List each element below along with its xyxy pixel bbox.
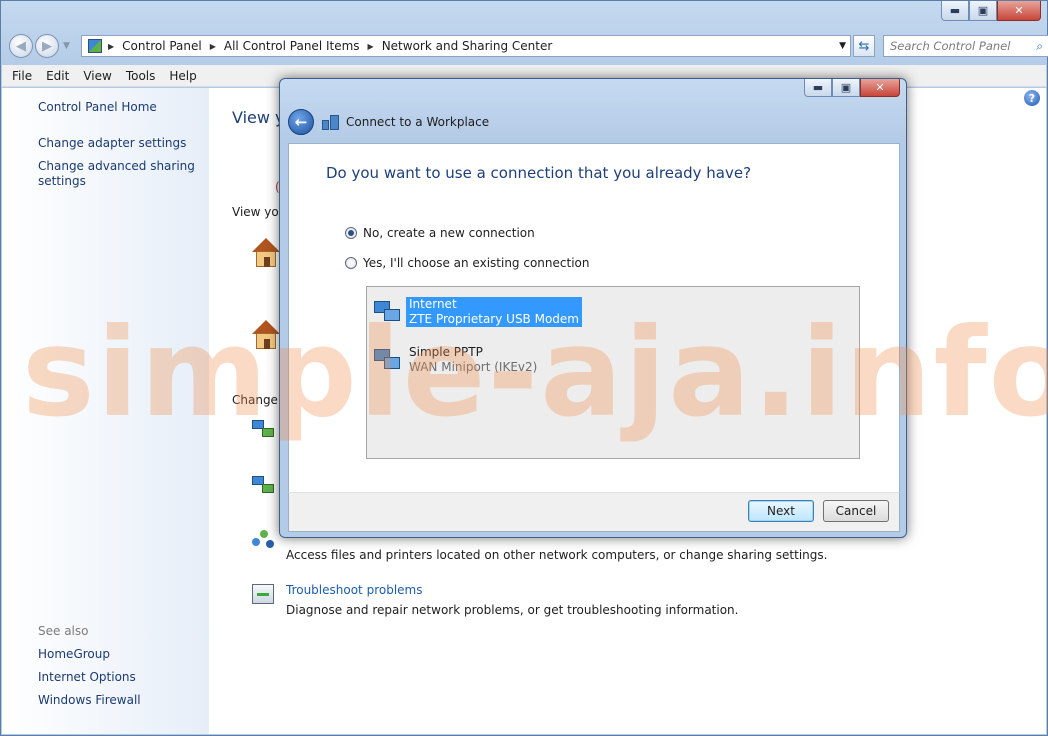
address-dropdown-icon[interactable]: ▼ [839, 41, 846, 51]
connection-name: Internet [409, 297, 457, 311]
window-caption-buttons: ▬ ▣ ✕ [941, 1, 1041, 21]
dialog-footer: Next Cancel [288, 492, 900, 532]
dialog-close-button[interactable]: ✕ [860, 79, 900, 97]
dialog-maximize-button[interactable]: ▣ [832, 79, 860, 97]
troubleshoot-problems-link[interactable]: Troubleshoot problems [286, 583, 422, 597]
search-box: ⌕ [883, 35, 1048, 57]
sidebar-item-change-advanced-sharing[interactable]: Change advanced sharing settings [38, 159, 198, 189]
dialog-header: ← Connect to a Workplace [288, 109, 489, 135]
option-existing[interactable]: Yes, I'll choose an existing connection [345, 256, 589, 270]
dialog-title: Connect to a Workplace [346, 115, 490, 129]
sidebar-item-control-panel-home[interactable]: Control Panel Home [38, 100, 157, 115]
menu-tools[interactable]: Tools [126, 69, 156, 83]
option-create-new[interactable]: No, create a new connection [345, 226, 535, 240]
minimize-button[interactable]: ▬ [941, 1, 969, 21]
see-also-label: See also [38, 624, 89, 638]
connection-text: Internet ZTE Proprietary USB Modem [406, 297, 582, 327]
back-arrow-icon[interactable]: ← [288, 109, 314, 135]
close-button[interactable]: ✕ [997, 1, 1041, 21]
sidebar-item-change-adapter-settings[interactable]: Change adapter settings [38, 136, 186, 151]
breadcrumb-network-sharing[interactable]: Network and Sharing Center [382, 39, 553, 53]
breadcrumb-separator-icon[interactable]: ▶ [108, 42, 114, 51]
radio-selected-icon[interactable] [345, 227, 357, 239]
home-network-icon [252, 238, 280, 268]
forward-arrow-icon[interactable]: ▶ [35, 34, 59, 58]
connection-device: WAN Miniport (IKEv2) [409, 360, 538, 374]
homegroup-description: Access files and printers located on oth… [286, 548, 828, 562]
connect-network-icon[interactable] [252, 474, 276, 496]
breadcrumb-control-panel[interactable]: Control Panel [122, 39, 202, 53]
list-item[interactable]: Internet ZTE Proprietary USB Modem [372, 297, 582, 327]
control-panel-icon [88, 39, 102, 53]
next-button[interactable]: Next [748, 500, 814, 522]
option-label: Yes, I'll choose an existing connection [363, 256, 590, 270]
menu-edit[interactable]: Edit [46, 69, 69, 83]
workplace-icon [322, 114, 340, 130]
recent-pages-dropdown-icon[interactable]: ▼ [63, 41, 70, 51]
option-label: No, create a new connection [363, 226, 535, 240]
menu-file[interactable]: File [12, 69, 32, 83]
connection-device: ZTE Proprietary USB Modem [409, 312, 579, 326]
network-connection-icon [372, 297, 406, 327]
sidebar-item-internet-options[interactable]: Internet Options [38, 670, 136, 685]
breadcrumb-all-items[interactable]: All Control Panel Items [224, 39, 360, 53]
radio-unselected-icon[interactable] [345, 257, 357, 269]
list-item[interactable]: Simple PPTP WAN Miniport (IKEv2) [372, 345, 540, 375]
cancel-button[interactable]: Cancel [823, 500, 889, 522]
breadcrumb-separator-icon[interactable]: ▶ [210, 42, 216, 51]
connect-to-workplace-dialog: ▬ ▣ ✕ ← Connect to a Workplace Do you wa… [279, 78, 907, 538]
home-network-icon [252, 320, 280, 350]
dialog-caption-buttons: ▬ ▣ ✕ [804, 79, 900, 97]
dialog-minimize-button[interactable]: ▬ [804, 79, 832, 97]
navigation-bar: ◀ ▶ ▼ ▶ Control Panel ▶ All Control Pane… [9, 33, 1048, 59]
menu-view[interactable]: View [83, 69, 111, 83]
dialog-body: Do you want to use a connection that you… [288, 143, 900, 493]
connection-list: Internet ZTE Proprietary USB Modem Simpl… [366, 286, 860, 459]
sidebar-item-windows-firewall[interactable]: Windows Firewall [38, 693, 141, 708]
back-arrow-icon[interactable]: ◀ [9, 34, 33, 58]
connection-text: Simple PPTP WAN Miniport (IKEv2) [406, 345, 540, 375]
breadcrumb-separator-icon[interactable]: ▶ [368, 42, 374, 51]
menu-help[interactable]: Help [169, 69, 196, 83]
refresh-icon[interactable]: ⇆ [853, 35, 875, 57]
help-icon[interactable]: ? [1024, 90, 1040, 106]
homegroup-icon[interactable] [252, 530, 276, 552]
search-input[interactable] [890, 39, 1030, 53]
task-pane: Control Panel Home Change adapter settin… [2, 88, 209, 734]
maximize-button[interactable]: ▣ [969, 1, 997, 21]
troubleshoot-description: Diagnose and repair network problems, or… [286, 603, 739, 617]
troubleshoot-icon[interactable] [252, 584, 274, 604]
new-connection-icon[interactable] [252, 418, 276, 440]
search-icon[interactable]: ⌕ [1036, 39, 1043, 54]
connection-name: Simple PPTP [409, 345, 483, 359]
dialog-question: Do you want to use a connection that you… [326, 164, 752, 182]
network-connection-icon [372, 345, 406, 375]
sidebar-item-homegroup[interactable]: HomeGroup [38, 647, 110, 662]
address-bar[interactable]: ▶ Control Panel ▶ All Control Panel Item… [81, 35, 851, 57]
